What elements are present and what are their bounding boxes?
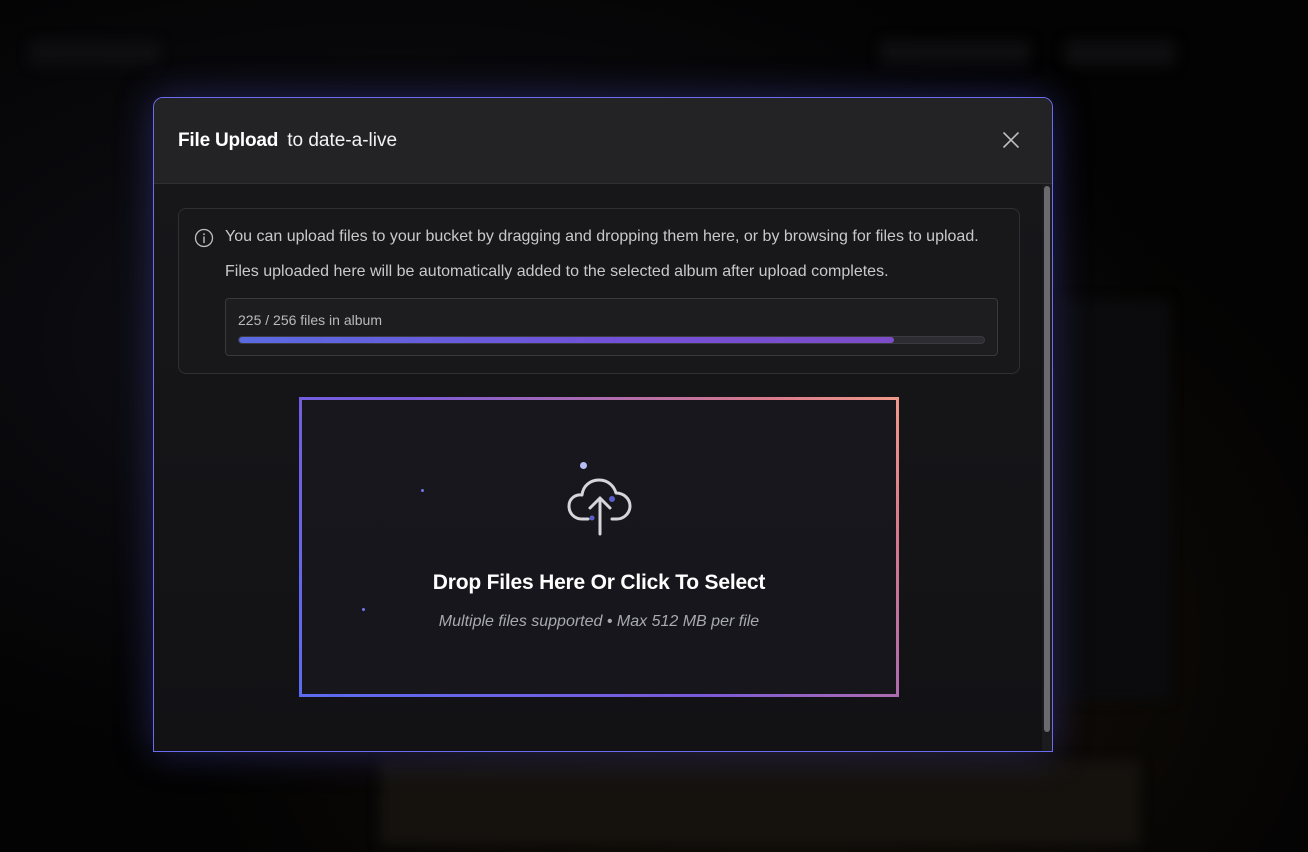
modal-title: File Upload [178, 129, 279, 151]
background-side-blur [1060, 300, 1170, 700]
info-box: You can upload files to your bucket by d… [178, 208, 1020, 374]
cloud-upload-icon [567, 478, 632, 536]
info-icon [194, 228, 214, 248]
background-gallery-blur [380, 760, 1140, 845]
scrollbar-thumb[interactable] [1044, 186, 1050, 732]
background-nav-blur-2 [1065, 40, 1175, 66]
dropzone-title: Drop Files Here Or Click To Select [432, 571, 766, 594]
album-progress-fill [239, 337, 894, 343]
modal-body: You can upload files to your bucket by d… [154, 184, 1044, 751]
info-text-upload: You can upload files to your bucket by d… [225, 228, 979, 245]
background-nav-blur [880, 40, 1030, 66]
dropzone-subtitle: Multiple files supported • Max 512 MB pe… [438, 613, 760, 630]
close-icon [1003, 132, 1019, 148]
modal-scrollbar[interactable] [1042, 184, 1052, 751]
album-progress-label: 225 / 256 files in album [238, 312, 382, 328]
close-button[interactable] [1000, 129, 1022, 151]
particle-dot [421, 489, 424, 492]
file-upload-modal: File Upload to date-a-live You can uploa… [153, 97, 1053, 752]
particle-dot [580, 462, 587, 469]
modal-subtitle: to date-a-live [287, 129, 398, 151]
info-text-album: Files uploaded here will be automaticall… [225, 263, 889, 280]
modal-header: File Upload to date-a-live [154, 98, 1052, 184]
background-logo-blur [30, 40, 160, 66]
album-progress-track [238, 336, 985, 344]
file-dropzone[interactable]: Drop Files Here Or Click To Select Multi… [299, 397, 899, 697]
album-progress-card: 225 / 256 files in album [225, 298, 998, 356]
particle-dot [362, 608, 365, 611]
